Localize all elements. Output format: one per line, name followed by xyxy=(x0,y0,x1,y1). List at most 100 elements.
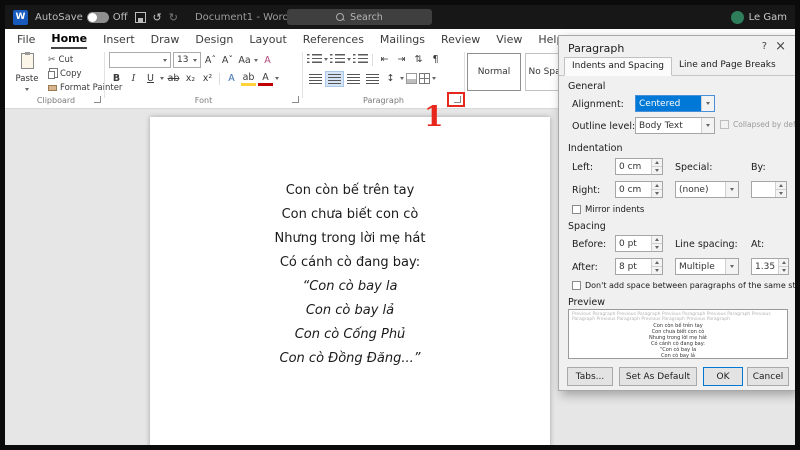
ok-button[interactable]: OK xyxy=(703,367,743,386)
collapsed-by-default-checkbox[interactable]: Collapsed by default xyxy=(720,120,795,129)
font-size-combo[interactable]: 13 xyxy=(173,52,201,68)
increase-indent-icon[interactable]: ⇥ xyxy=(394,52,409,67)
multilevel-list-icon[interactable] xyxy=(353,54,368,65)
change-case-icon[interactable]: Aa xyxy=(237,53,252,68)
indent-left-spinner[interactable]: 0 cm xyxy=(615,158,663,175)
shrink-font-icon[interactable]: Aˇ xyxy=(220,53,235,68)
menu-tab-home[interactable]: Home xyxy=(51,29,88,49)
borders-icon[interactable] xyxy=(419,73,430,84)
font-color-icon[interactable]: A xyxy=(258,72,273,86)
font-group-label: Font xyxy=(194,96,213,105)
subscript-icon[interactable]: x₂ xyxy=(183,71,198,86)
cut-button[interactable]: ✂ Cut xyxy=(48,54,73,66)
menu-tab-insert[interactable]: Insert xyxy=(103,29,135,49)
clear-formatting-icon[interactable]: A xyxy=(260,53,275,68)
cut-icon: ✂ xyxy=(48,55,56,65)
menu-tab-draw[interactable]: Draw xyxy=(151,29,180,49)
spinner-buttons[interactable] xyxy=(778,259,788,274)
align-right-icon[interactable] xyxy=(345,72,362,86)
doc-line: Con cò bay lả xyxy=(305,303,395,318)
spacing-before-spinner[interactable]: 0 pt xyxy=(615,235,663,252)
autosave-toggle[interactable]: AutoSave Off xyxy=(35,11,128,23)
alignment-dropdown[interactable]: Centered xyxy=(635,95,715,112)
menu-tab-view[interactable]: View xyxy=(496,29,522,49)
autosave-switch-icon[interactable] xyxy=(86,11,109,23)
numbering-icon[interactable] xyxy=(330,54,345,65)
spinner-buttons[interactable] xyxy=(651,236,662,251)
align-left-icon[interactable] xyxy=(307,72,324,86)
menu-tab-file[interactable]: File xyxy=(17,29,35,49)
shading-icon[interactable] xyxy=(406,73,417,84)
justify-icon[interactable] xyxy=(364,72,381,86)
highlight-color-icon[interactable]: ab xyxy=(241,72,256,86)
cancel-button[interactable]: Cancel xyxy=(747,367,789,386)
strikethrough-icon[interactable]: ab xyxy=(166,71,181,86)
paste-label: Paste xyxy=(15,73,39,84)
special-dropdown[interactable]: (none) xyxy=(675,181,739,198)
decrease-indent-icon[interactable]: ⇤ xyxy=(377,52,392,67)
menu-tab-layout[interactable]: Layout xyxy=(249,29,286,49)
align-center-icon[interactable] xyxy=(325,70,344,87)
redo-icon[interactable]: ↻ xyxy=(169,11,178,24)
italic-icon[interactable]: I xyxy=(126,71,141,86)
grow-font-icon[interactable]: Aˆ xyxy=(203,53,218,68)
tab-indents-and-spacing[interactable]: Indents and Spacing xyxy=(564,57,672,76)
spinner-buttons[interactable] xyxy=(651,159,662,174)
indent-right-spinner[interactable]: 0 cm xyxy=(615,181,663,198)
outline-level-value: Body Text xyxy=(639,120,683,131)
paste-button[interactable]: Paste xyxy=(11,51,43,93)
search-box[interactable]: Search xyxy=(287,9,432,25)
spinner-buttons[interactable] xyxy=(651,182,662,197)
dialog-help-icon[interactable]: ? xyxy=(762,41,767,52)
text-effects-icon[interactable]: A xyxy=(224,71,239,86)
outline-level-dropdown[interactable]: Body Text xyxy=(635,117,715,134)
outline-level-label: Outline level: xyxy=(572,121,636,132)
title-bar: W AutoSave Off ↺ ↻ Document1 - Word Sear… xyxy=(5,5,795,29)
dialog-tabs: Indents and Spacing Line and Page Breaks xyxy=(564,57,783,76)
document-page[interactable]: Con còn bế trên tay Con chưa biết con cò… xyxy=(150,117,550,445)
menu-tab-references[interactable]: References xyxy=(303,29,364,49)
paragraph-dialog: Paragraph ? × Indents and Spacing Line a… xyxy=(558,35,795,391)
by-spinner[interactable] xyxy=(751,181,787,198)
bullets-icon[interactable] xyxy=(307,54,322,65)
spinner-buttons[interactable] xyxy=(651,259,662,274)
search-icon xyxy=(336,12,345,22)
mirror-indents-checkbox[interactable]: Mirror indents xyxy=(572,205,644,215)
font-dialog-launcher-icon[interactable] xyxy=(292,96,299,103)
at-value: 1.35 xyxy=(755,261,776,272)
spinner-buttons[interactable] xyxy=(775,182,786,197)
line-spacing-icon[interactable]: ↕ xyxy=(383,71,398,86)
undo-icon[interactable]: ↺ xyxy=(153,11,162,24)
clipboard-dialog-launcher-icon[interactable] xyxy=(94,96,101,103)
underline-icon[interactable]: U xyxy=(143,71,158,86)
mirror-indents-label: Mirror indents xyxy=(585,205,645,215)
dialog-close-icon[interactable]: × xyxy=(775,39,786,54)
tabs-button[interactable]: Tabs... xyxy=(567,367,613,386)
format-painter-icon xyxy=(48,85,57,91)
preview-section-label: Preview xyxy=(568,297,605,308)
line-spacing-caret-icon xyxy=(725,259,738,274)
sort-icon[interactable]: ⇅ xyxy=(411,52,426,67)
font-name-combo[interactable] xyxy=(109,52,171,68)
spacing-after-spinner[interactable]: 8 pt xyxy=(615,258,663,275)
bold-icon[interactable]: B xyxy=(109,71,124,86)
menu-tab-mailings[interactable]: Mailings xyxy=(380,29,425,49)
no-space-same-style-checkbox[interactable]: Don't add space between paragraphs of th… xyxy=(572,281,795,290)
line-spacing-value: Multiple xyxy=(679,261,715,272)
show-formatting-marks-icon[interactable]: ¶ xyxy=(428,52,443,67)
tab-line-and-page-breaks[interactable]: Line and Page Breaks xyxy=(672,57,783,76)
line-spacing-dropdown[interactable]: Multiple xyxy=(675,258,739,275)
alignment-label: Alignment: xyxy=(572,99,624,110)
at-spinner[interactable]: 1.35 xyxy=(751,258,789,275)
preview-box: Previous Paragraph Previous Paragraph Pr… xyxy=(568,309,788,359)
superscript-icon[interactable]: x² xyxy=(200,71,215,86)
menu-tab-review[interactable]: Review xyxy=(441,29,480,49)
save-icon[interactable] xyxy=(134,11,146,23)
menu-tab-design[interactable]: Design xyxy=(195,29,233,49)
user-name: Le Gam xyxy=(748,11,787,23)
set-as-default-button[interactable]: Set As Default xyxy=(619,367,697,386)
user-avatar[interactable] xyxy=(730,10,744,24)
copy-button[interactable]: Copy xyxy=(48,68,82,80)
cut-label: Cut xyxy=(58,55,74,65)
style-normal[interactable]: Normal xyxy=(467,53,521,91)
